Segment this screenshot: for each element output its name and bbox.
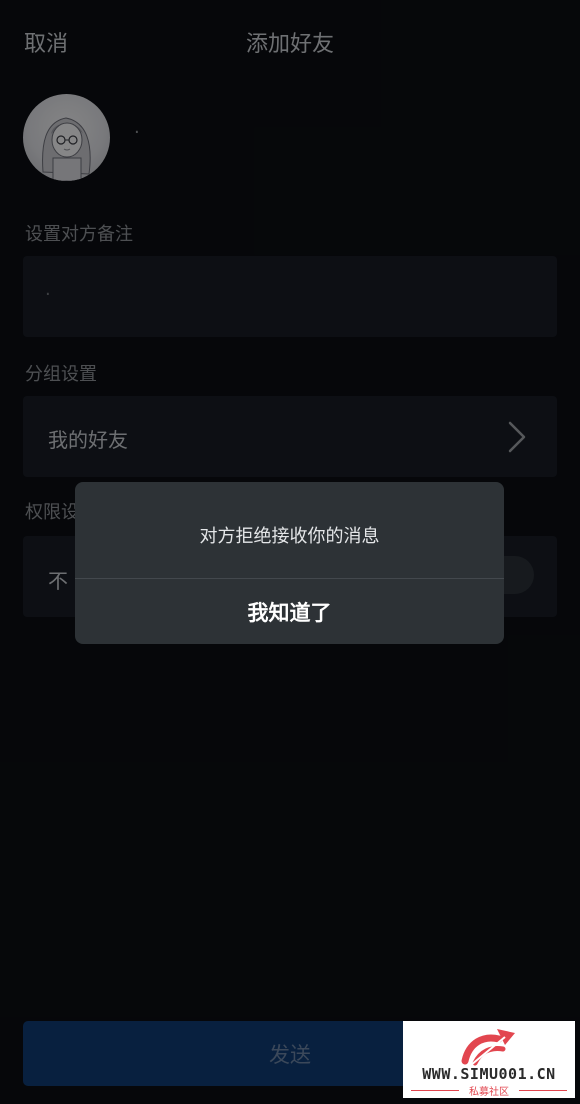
dialog-message: 对方拒绝接收你的消息 [199,526,380,547]
watermark: WWW.SIMU001.CN 私募社区 [403,1021,575,1098]
watermark-line-right [519,1090,567,1091]
simu-logo-icon [461,1029,515,1066]
watermark-url: WWW.SIMU001.CN [422,1065,556,1083]
dialog-ok-button[interactable]: 我知道了 [75,579,504,644]
alert-dialog: 对方拒绝接收你的消息 我知道了 [75,482,504,644]
